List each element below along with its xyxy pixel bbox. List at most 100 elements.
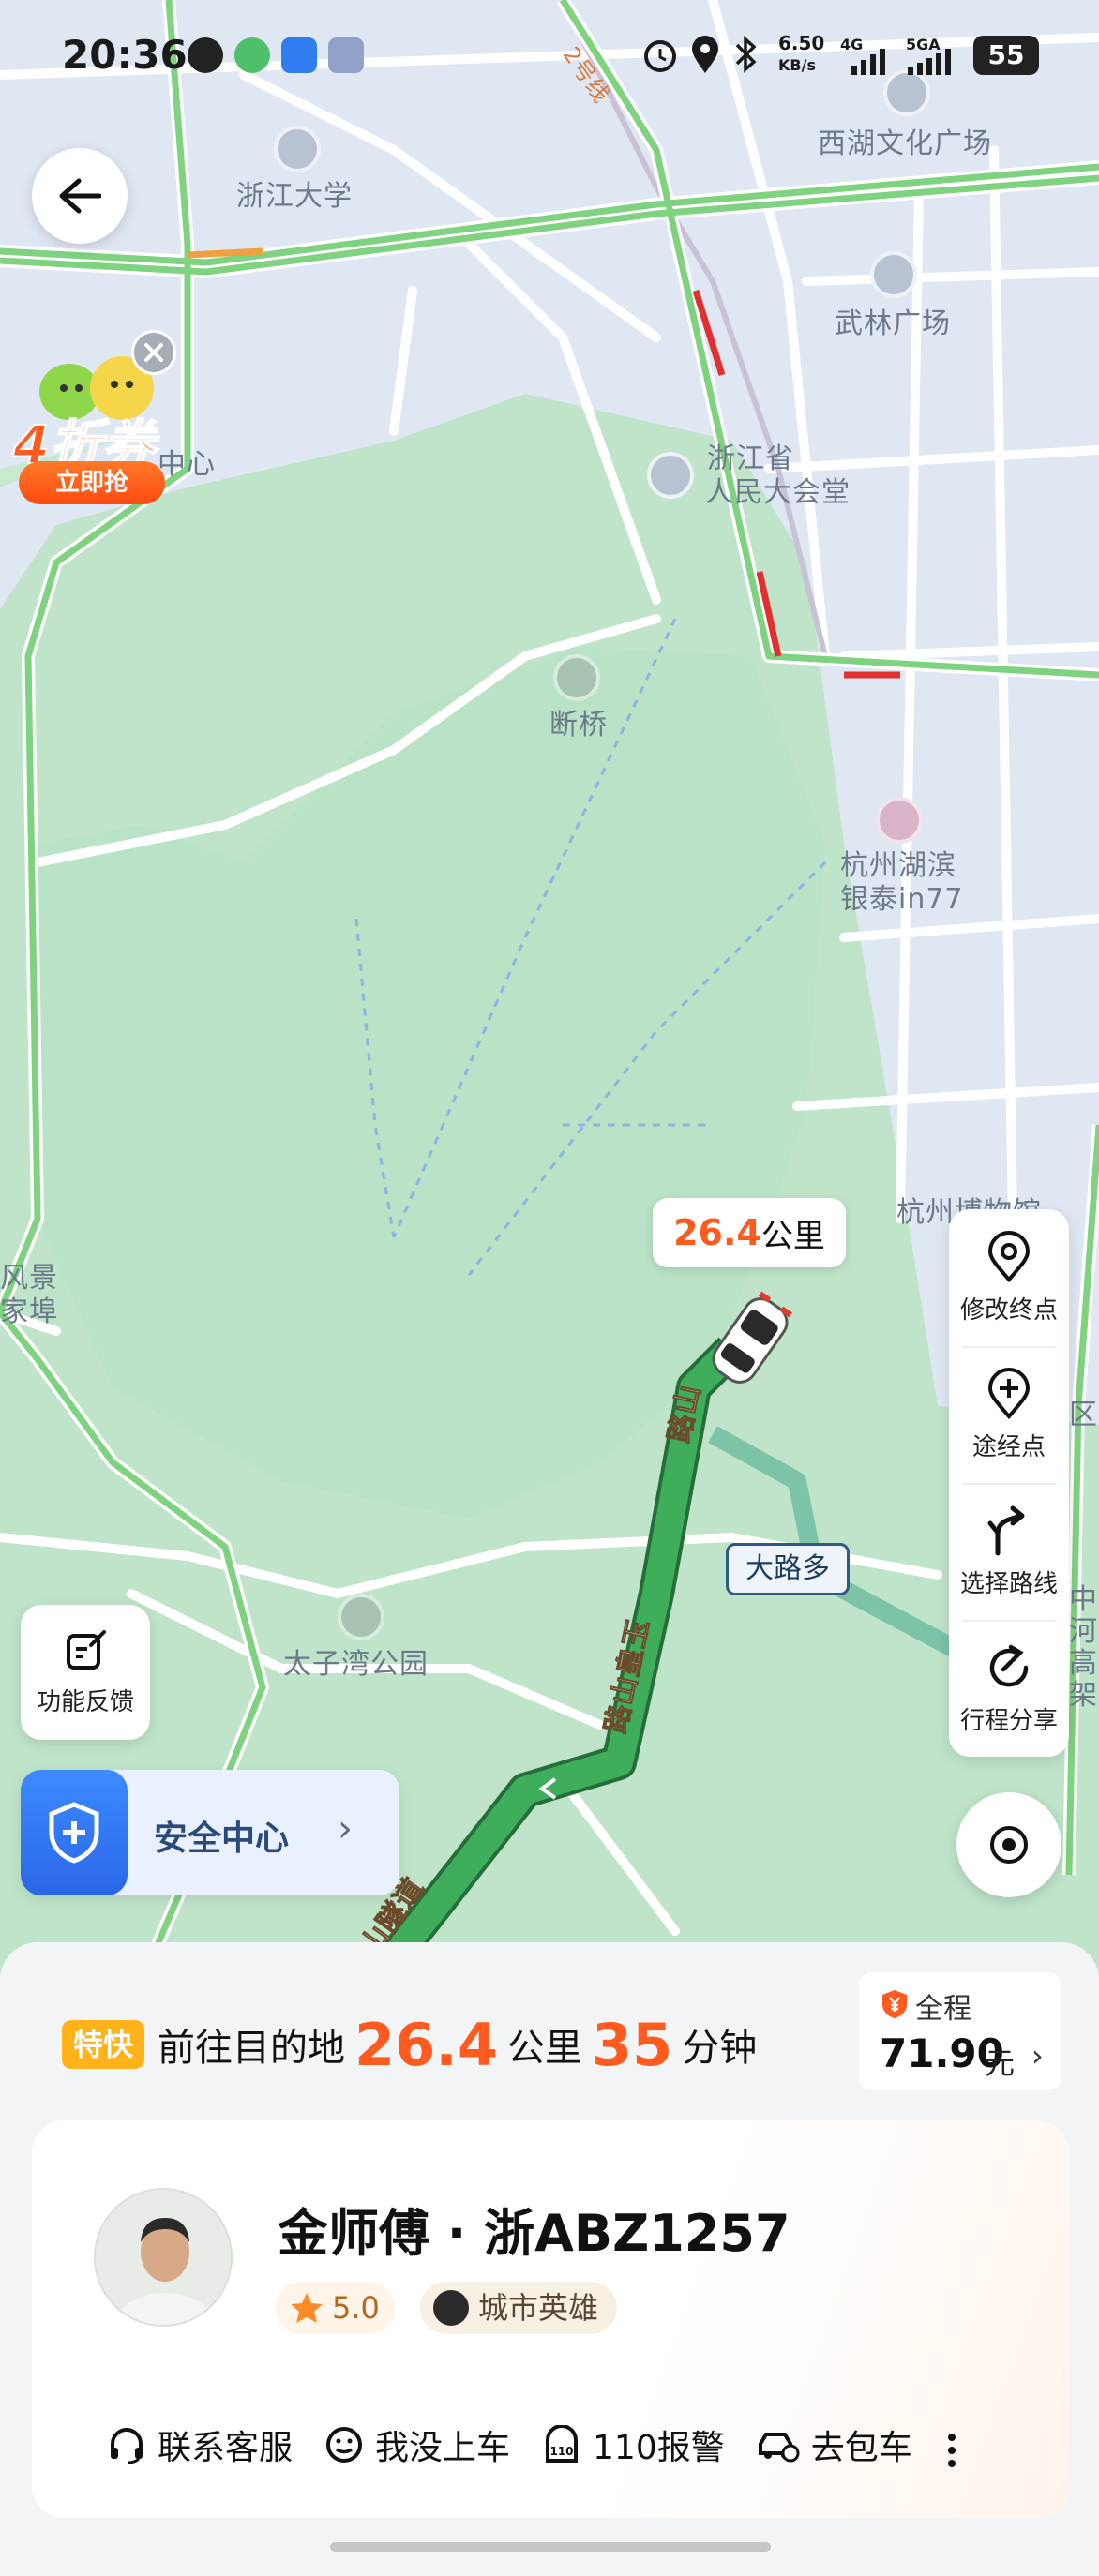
app-notification-icon <box>328 37 364 73</box>
app-notification-icon <box>281 37 317 73</box>
fare-card[interactable]: 全程 71.90 元 › <box>859 1972 1061 2090</box>
distance-bubble: 26.4 公里 <box>653 1198 846 1267</box>
bridge-poi-icon <box>553 654 600 701</box>
driver-avatar[interactable] <box>94 2188 233 2327</box>
map-label-fengjing-1: 风景 <box>0 1262 58 1295</box>
add-waypoint-button[interactable]: 途经点 <box>949 1346 1069 1483</box>
honor-medal-icon <box>433 2290 469 2326</box>
chevron-right-icon: › <box>338 1807 353 1850</box>
map-label-hubin-1: 杭州湖滨 <box>840 849 956 882</box>
change-destination-label: 修改终点 <box>959 1295 1058 1325</box>
park-poi-icon <box>338 1594 384 1640</box>
driver-honor-badge: 城市英雄 <box>420 2282 618 2334</box>
trip-action-panel: 修改终点 途经点 选择路线 行程分享 <box>949 1209 1069 1757</box>
map-label-fengjing-2: 家埠 <box>0 1295 58 1328</box>
star-icon <box>291 2293 323 2323</box>
safety-center-label: 安全中心 <box>154 1820 290 1858</box>
more-options-icon[interactable] <box>938 2428 966 2475</box>
share-trip-button[interactable]: 行程分享 <box>949 1620 1069 1757</box>
driver-rating-badge: 5.0 <box>276 2282 395 2334</box>
battery-indicator: 55 <box>973 36 1039 75</box>
map-label-right-edge: 区 <box>1069 1399 1098 1431</box>
not-boarded-label: 我没上车 <box>375 2429 511 2467</box>
trip-summary: 特快 前往目的地 26.4 公里 35 分钟 <box>62 2002 757 2087</box>
police-110-icon: 110 <box>546 2425 579 2463</box>
app-notification-icon <box>188 37 223 73</box>
charter-car-icon <box>758 2433 800 2463</box>
add-waypoint-icon <box>987 1367 1031 1419</box>
road-tag: 大路多 <box>726 1543 850 1595</box>
fare-label: 全程 <box>915 1993 971 2026</box>
status-time: 20:36 <box>62 32 188 78</box>
distance-unit: 公里 <box>760 1217 825 1255</box>
map-label-culture-plaza: 西湖文化广场 <box>818 127 992 160</box>
app-notification-icon <box>234 37 270 73</box>
headset-icon <box>111 2428 143 2464</box>
signal-bars-icon <box>908 49 951 75</box>
net-speed-unit: KB/s <box>778 56 816 74</box>
product-badge: 特快 <box>62 2020 145 2069</box>
locate-me-button[interactable] <box>956 1792 1061 1897</box>
map-label-duanqiao: 断桥 <box>550 709 608 741</box>
map-view[interactable]: 浙江大学 西湖文化广场 武林广场 浙江省 人民大会堂 中心 断桥 杭州湖滨 银泰… <box>0 0 1099 2006</box>
congress-hall-poi-icon <box>647 452 694 499</box>
map-label-right-vertical: 中河高架 <box>1069 1583 1098 1712</box>
not-boarded-button[interactable]: 我没上车 <box>324 2420 510 2469</box>
chevron-right-icon: › <box>1031 2038 1044 2074</box>
trip-distance: 26.4 <box>354 2010 498 2079</box>
call-police-label: 110报警 <box>593 2429 725 2467</box>
coupon-grab-button[interactable]: 立即抢 <box>19 461 165 504</box>
bluetooth-icon <box>735 36 757 73</box>
charter-car-button[interactable]: 去包车 <box>757 2420 912 2469</box>
charter-car-label: 去包车 <box>810 2429 912 2467</box>
svg-text:110: 110 <box>550 2445 574 2458</box>
back-button[interactable] <box>32 148 128 244</box>
trip-minutes: 35 <box>592 2010 673 2079</box>
yuan-shield-icon <box>882 1990 907 2018</box>
share-trip-label: 行程分享 <box>959 1706 1058 1735</box>
feedback-button[interactable]: 功能反馈 <box>21 1605 150 1740</box>
face-icon <box>326 2427 363 2463</box>
location-pin-icon <box>987 1230 1031 1282</box>
coupon-close-button[interactable] <box>131 330 176 375</box>
choose-route-button[interactable]: 选择路线 <box>949 1483 1069 1620</box>
signal-bars-icon <box>851 49 885 75</box>
driver-rating-value: 5.0 <box>332 2290 380 2326</box>
net-speed-value: 6.50 <box>778 32 825 54</box>
map-label-zju: 浙江大学 <box>236 180 353 213</box>
map-label-congress-2: 人民大会堂 <box>705 476 851 509</box>
feedback-label: 功能反馈 <box>36 1687 134 1716</box>
driver-name: 金师傅 · 浙ABZ1257 <box>278 2204 790 2263</box>
mall-poi-icon <box>876 797 923 844</box>
driver-honor-label: 城市英雄 <box>478 2290 599 2326</box>
choose-route-label: 选择路线 <box>959 1569 1058 1598</box>
home-indicator[interactable] <box>330 2542 771 2552</box>
driver-action-row: 联系客服 我没上车 110 110报警 去包车 <box>107 2417 1045 2473</box>
add-waypoint-label: 途经点 <box>971 1432 1046 1461</box>
trip-prefix: 前往目的地 <box>158 2027 346 2070</box>
distance-value: 26.4 <box>673 1212 761 1253</box>
fare-unit: 元 <box>985 2045 1016 2081</box>
trip-minutes-unit: 分钟 <box>682 2027 758 2070</box>
close-icon <box>144 343 163 362</box>
status-bar: 20:36 6.50 KB/s 4G 5GA 55 <box>0 0 1099 112</box>
map-label-wulin: 武林广场 <box>835 307 951 340</box>
safety-center-button[interactable]: 安全中心 › <box>21 1770 399 1895</box>
location-status-icon <box>692 36 718 73</box>
map-label-taiziwan: 太子湾公园 <box>283 1648 429 1681</box>
route-branch-icon <box>987 1505 1025 1555</box>
feedback-edit-icon <box>67 1629 106 1670</box>
call-police-button[interactable]: 110 110报警 <box>542 2420 725 2469</box>
trip-distance-unit: 公里 <box>507 2027 582 2070</box>
map-label-hubin-2: 银泰in77 <box>840 883 964 916</box>
change-destination-button[interactable]: 修改终点 <box>949 1209 1069 1346</box>
contact-service-label: 联系客服 <box>158 2429 294 2467</box>
map-label-congress-1: 浙江省 <box>707 442 794 475</box>
safety-shield-icon <box>21 1770 128 1895</box>
locate-icon <box>990 1826 1028 1864</box>
map-canvas <box>0 0 1099 2006</box>
driver-card: 金师傅 · 浙ABZ1257 5.0 城市英雄 联系客服 我没上车 110 11… <box>32 2120 1069 2518</box>
contact-service-button[interactable]: 联系客服 <box>107 2420 293 2469</box>
share-trip-icon <box>989 1644 1029 1686</box>
alarm-icon <box>644 40 676 72</box>
